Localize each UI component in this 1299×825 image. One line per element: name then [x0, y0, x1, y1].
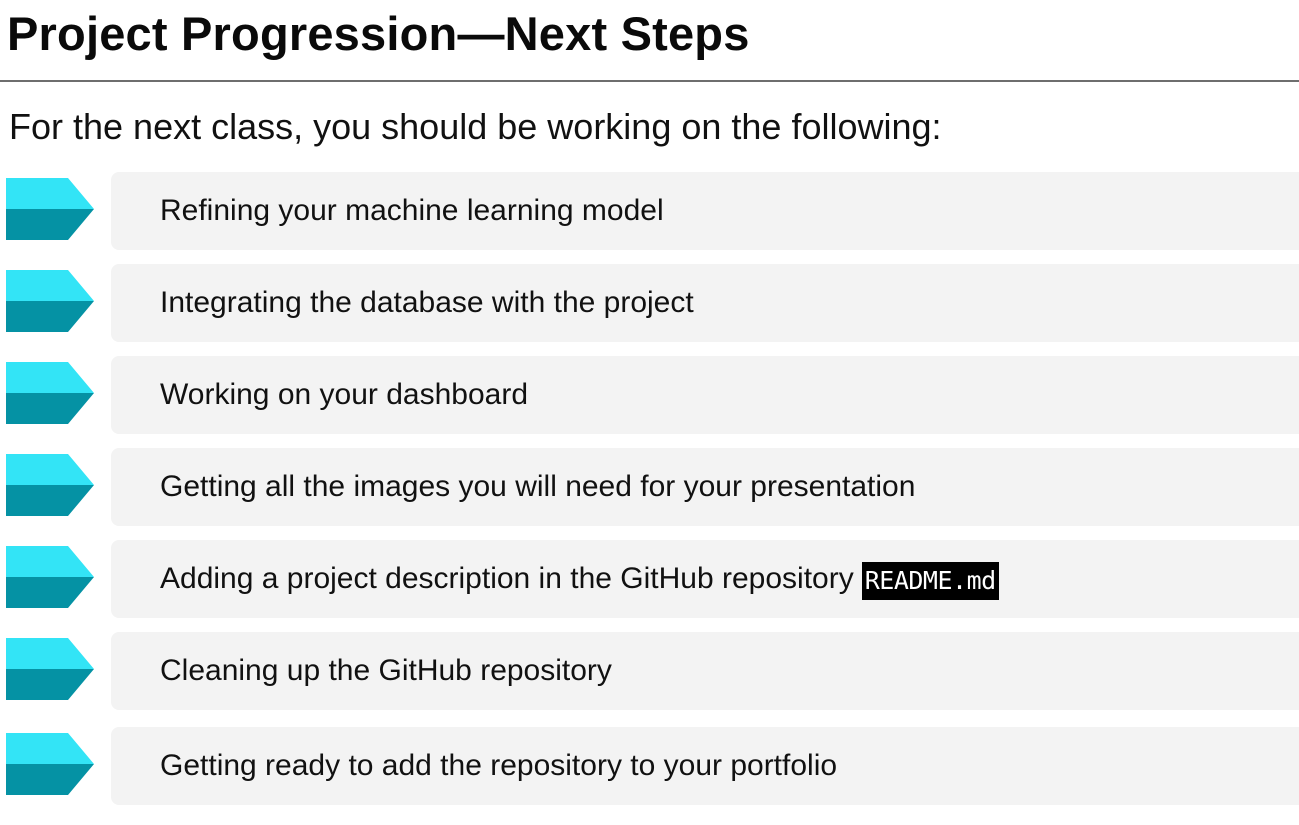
- next-steps-list: Refining your machine learning model Int…: [0, 0, 1299, 825]
- slide: Project Progression—Next Steps For the n…: [0, 0, 1299, 825]
- item-label: Getting ready to add the repository to y…: [160, 746, 837, 786]
- chevron-arrow-icon: [6, 178, 94, 240]
- item-text: Refining your machine learning model: [160, 194, 664, 227]
- item-label: Getting all the images you will need for…: [160, 467, 915, 507]
- item-label: Integrating the database with the projec…: [160, 283, 694, 323]
- item-label: Working on your dashboard: [160, 375, 528, 415]
- chevron-arrow-icon: [6, 362, 94, 424]
- chevron-arrow-icon: [6, 270, 94, 332]
- list-item: Getting all the images you will need for…: [0, 448, 1299, 526]
- item-text: Getting ready to add the repository to y…: [160, 749, 838, 782]
- item-label: Adding a project description in the GitH…: [160, 559, 999, 600]
- item-label: Cleaning up the GitHub repository: [160, 651, 612, 691]
- list-item: Adding a project description in the GitH…: [0, 540, 1299, 618]
- list-item: Getting ready to add the repository to y…: [0, 727, 1299, 805]
- item-text: Cleaning up the GitHub repository: [160, 654, 612, 687]
- list-item: Working on your dashboard: [0, 356, 1299, 434]
- list-item: Refining your machine learning model: [0, 172, 1299, 250]
- chevron-arrow-icon: [6, 638, 94, 700]
- inline-code-filename: README.md: [861, 562, 999, 600]
- item-label: Refining your machine learning model: [160, 191, 664, 231]
- chevron-arrow-icon: [6, 733, 94, 795]
- chevron-arrow-icon: [6, 454, 94, 516]
- list-item: Integrating the database with the projec…: [0, 264, 1299, 342]
- list-item: Cleaning up the GitHub repository: [0, 632, 1299, 710]
- chevron-arrow-icon: [6, 546, 94, 608]
- item-text: Adding a project description in the GitH…: [160, 562, 854, 595]
- item-text: Integrating the database with the projec…: [160, 286, 694, 319]
- item-text: Getting all the images you will need for…: [160, 470, 916, 503]
- item-text: Working on your dashboard: [160, 378, 528, 411]
